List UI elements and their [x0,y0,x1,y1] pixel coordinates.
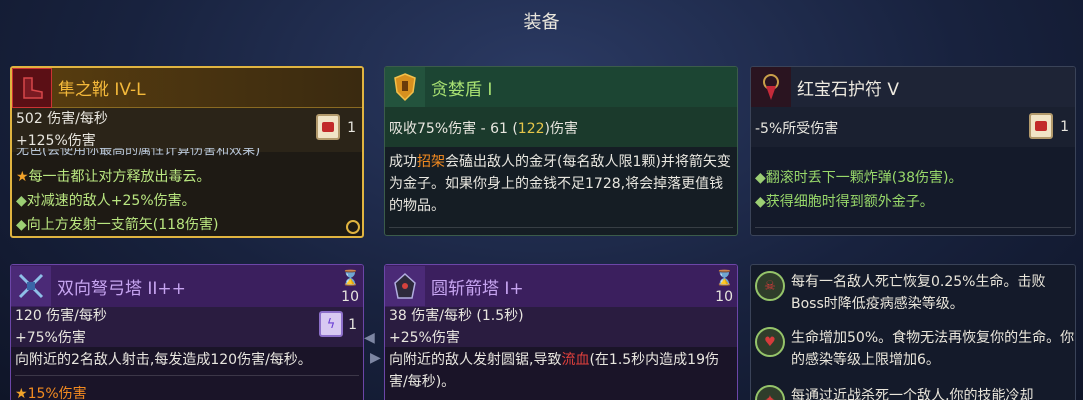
affix-line: ◆对减速的敌人+25%伤害。 [16,193,196,209]
scroll-count: 1 [347,120,356,136]
arrow-right-icon: ▶ [370,350,381,366]
cooldown-value: 10 [341,289,359,305]
item-description: 向附近的敌人发射圆锯,导致流血(在1.5秒内造成19伤害/每秒)。 [389,352,719,390]
mutation-vengeance-icon: ☠ [755,271,785,301]
affix-line: ◆翻滚时丢下一颗炸弹(38伤害)。 [755,170,963,186]
item-card-crossbow-turret[interactable]: 双向弩弓塔 II++ ⌛ 10 120 伤害/每秒 +75%伤害 ϟ 1 向附近… [10,264,364,400]
boot-icon [12,68,52,108]
item-description: 成功招架会磕出敌人的金牙(每名敌人限1颗)并将箭矢变为金子。如果你身上的金钱不足… [389,154,731,214]
amulet-icon [751,67,791,107]
cut-off-line: 无色(会使用你最高的属性计算伤害和效果) [16,148,261,158]
item-name: 红宝石护符 V [797,79,900,100]
block-stat: 吸收75%伤害 - 61 (122)伤害 [389,121,578,137]
bullet-icon: ◆ [755,170,766,186]
affix-line: ★每一击都让对方释放出毒云。 [16,169,211,185]
bullet-icon: ◆ [16,217,27,233]
mutation-row[interactable]: ✦ 每通过近战杀死一个敌人,你的技能冷却 [751,385,1075,400]
scroll-icon [316,114,340,140]
affix-line: ◆向上方发射一支箭矢(118伤害) [16,217,219,233]
sawblade-turret-icon [385,266,425,306]
scroll-icon [1029,113,1053,139]
star-icon: ★ [15,386,28,400]
damage-bonus-stat: +25%伤害 [389,330,460,346]
scroll-count: 1 [1060,119,1069,135]
item-card-shield[interactable]: 贪婪盾 I 吸收75%伤害 - 61 (122)伤害 成功招架会磕出敌人的金牙(… [384,66,738,236]
crossbow-turret-icon [11,266,51,306]
affix-line: ★15%伤害 [15,386,87,400]
scroll-count: 1 [348,317,357,333]
lightning-scroll-icon: ϟ [319,311,343,337]
star-icon: ★ [16,169,29,185]
bullet-icon: ◆ [16,193,27,209]
item-name: 隼之靴 IV-L [58,80,146,100]
corner-ornament-icon [346,220,360,234]
item-name: 双向弩弓塔 II++ [57,278,186,299]
bullet-icon: ◆ [755,194,766,210]
shield-icon [385,67,425,107]
item-card-boots[interactable]: 隼之靴 IV-L 502 伤害/每秒 +125%伤害 1 无色(会使用你最高的属… [10,66,364,238]
hourglass-icon: ⌛ [715,269,734,287]
arrow-left-icon: ◀ [364,330,375,346]
mutation-heart-icon: ♥ [755,327,785,357]
item-description: 向附近的2名敌人射击,每发造成120伤害/每秒。 [15,352,312,368]
damage-bonus-stat: +75%伤害 [15,330,86,346]
page-title: 装备 [523,12,560,33]
mutation-kill-icon: ✦ [755,385,785,400]
item-card-sawblade-turret[interactable]: 圆斩箭塔 I+ ⌛ 10 38 伤害/每秒 (1.5秒) +25%伤害 向附近的… [384,264,738,400]
item-name: 贪婪盾 I [431,79,493,100]
mutation-panel: ☠ 每有一名敌人死亡恢复0.25%生命。击败Boss时降低疫病感染等级。 ♥ 生… [750,264,1076,400]
mutation-row[interactable]: ☠ 每有一名敌人死亡恢复0.25%生命。击败Boss时降低疫病感染等级。 [751,271,1075,315]
mutation-row[interactable]: ♥ 生命增加50%。食物无法再恢复你的生命。你的感染等级上限增加6。 [751,327,1075,371]
damage-bonus-stat: +125%伤害 [16,133,96,149]
dps-stat: 38 伤害/每秒 (1.5秒) [389,308,524,324]
dps-stat: 120 伤害/每秒 [15,308,107,324]
item-card-amulet[interactable]: 红宝石护符 V -5%所受伤害 1 ◆翻滚时丢下一颗炸弹(38伤害)。 ◆获得细… [750,66,1076,236]
dps-stat: 502 伤害/每秒 [16,111,108,127]
affix-line: ◆获得细胞时得到额外金子。 [755,194,934,210]
cooldown-value: 10 [715,289,733,305]
hourglass-icon: ⌛ [341,269,360,287]
item-name: 圆斩箭塔 I+ [431,278,524,299]
defense-stat: -5%所受伤害 [755,121,839,137]
